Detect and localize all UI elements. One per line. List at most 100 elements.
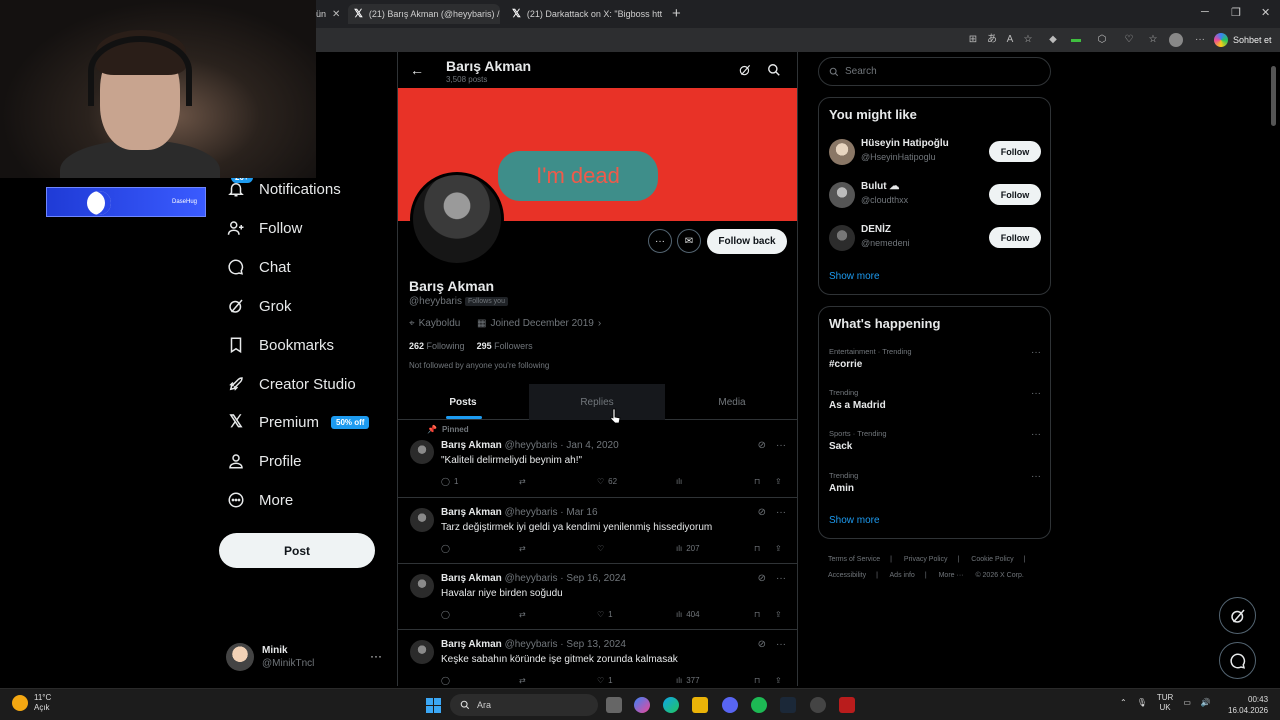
footer-link[interactable]: More ··· <box>939 572 964 579</box>
reply-button[interactable]: ◯ <box>441 676 454 685</box>
more-dots-icon[interactable]: ··· <box>1031 388 1041 399</box>
grok-icon[interactable]: ⊘ <box>758 440 766 451</box>
performance-icon[interactable]: ♡ <box>1122 33 1136 47</box>
message-envelope-icon[interactable]: ✉ <box>677 229 701 253</box>
edge-browser-icon[interactable] <box>663 697 679 713</box>
more-options-button[interactable]: ··· <box>648 229 672 253</box>
nav-follow[interactable]: Follow <box>227 213 302 243</box>
following-link[interactable]: 262 Following <box>409 341 465 351</box>
bookmark-button[interactable]: ⊓ <box>754 676 760 685</box>
taskbar-clock[interactable]: 00:43 16.04.2026 <box>1228 694 1268 716</box>
more-dots-icon[interactable]: ··· <box>776 639 786 650</box>
nav-notifications[interactable]: 20+ Notifications <box>227 172 341 204</box>
reply-button[interactable]: ◯ <box>441 610 454 619</box>
share-button[interactable]: ⇪ <box>775 676 782 685</box>
repost-button[interactable]: ⇄ <box>519 477 526 486</box>
like-button[interactable]: ♡ 1 <box>597 610 613 619</box>
profile-joined[interactable]: ▦ Joined December 2019 › <box>477 318 601 329</box>
browser-tab[interactable]: ün ✕ <box>316 4 344 24</box>
shield-app-icon[interactable] <box>839 697 855 713</box>
tab-replies[interactable]: Replies <box>529 384 665 420</box>
window-close-icon[interactable]: ✕ <box>1261 6 1270 19</box>
chat-floating-button[interactable] <box>1219 642 1256 679</box>
more-dots-icon[interactable]: ··· <box>776 573 786 584</box>
follow-back-button[interactable]: Follow back <box>707 229 787 254</box>
avatar[interactable] <box>410 440 434 464</box>
back-arrow-icon[interactable]: ← <box>410 62 424 78</box>
favorite-star-icon[interactable]: ☆ <box>1021 33 1035 47</box>
profile-avatar[interactable] <box>410 172 504 266</box>
post-author-handle[interactable]: @heyybaris <box>505 573 558 584</box>
language-indicator[interactable]: TUR UK <box>1157 693 1173 713</box>
post-author-handle[interactable]: @heyybaris <box>505 507 558 518</box>
share-button[interactable]: ⇪ <box>775 610 782 619</box>
taskbar-search[interactable]: Ara <box>450 694 598 716</box>
weather-widget[interactable]: 11°C Açık <box>12 693 51 713</box>
post-date[interactable]: · Sep 16, 2024 <box>560 573 626 584</box>
footer-link[interactable]: Privacy Policy <box>904 556 948 563</box>
scrollbar-thumb[interactable] <box>1271 66 1276 126</box>
repost-button[interactable]: ⇄ <box>519 610 526 619</box>
suggestion-item[interactable]: Hüseyin Hatipoğlu @HseyinHatipoglu Follo… <box>829 138 1041 168</box>
account-switcher[interactable]: Minik @MinikTncl ··· <box>226 641 386 673</box>
bookmark-button[interactable]: ⊓ <box>754 610 760 619</box>
post-item[interactable]: Barış Akman @heyybaris · Sep 16, 2024 ⊘ ·… <box>398 564 797 630</box>
copilot-app-icon[interactable] <box>634 697 650 713</box>
avatar[interactable] <box>410 508 434 532</box>
grok-icon[interactable]: ⊘ <box>758 573 766 584</box>
windows-start-icon[interactable] <box>426 698 441 713</box>
like-button[interactable]: ♡ 62 <box>597 477 617 486</box>
nav-more[interactable]: More <box>227 485 293 515</box>
extension-icon[interactable]: ◆ <box>1046 33 1060 47</box>
grok-floating-button[interactable] <box>1219 597 1256 634</box>
battery-extension-icon[interactable]: ▬ <box>1069 33 1083 47</box>
views-button[interactable]: ılı 207 <box>676 544 700 553</box>
more-dots-icon[interactable]: ··· <box>1031 429 1041 440</box>
repost-button[interactable]: ⇄ <box>519 676 526 685</box>
follow-button[interactable]: Follow <box>989 141 1041 162</box>
avatar[interactable] <box>829 182 855 208</box>
trend-item[interactable]: Sports · Trending Sack ··· <box>829 429 1041 461</box>
avatar[interactable] <box>410 574 434 598</box>
post-date[interactable]: · Sep 13, 2024 <box>560 639 626 650</box>
show-more-link[interactable]: Show more <box>829 271 880 282</box>
close-icon[interactable]: ✕ <box>332 9 340 20</box>
bookmark-button[interactable]: ⊓ <box>754 477 760 486</box>
nav-premium[interactable]: 𝕏 Premium 50% off <box>227 407 370 437</box>
task-view-icon[interactable] <box>606 697 622 713</box>
nav-bookmarks[interactable]: Bookmarks <box>227 330 334 360</box>
footer-link[interactable]: Cookie Policy <box>971 556 1013 563</box>
read-aloud-icon[interactable]: A <box>1003 33 1017 47</box>
more-dots-icon[interactable]: ··· <box>1193 33 1207 47</box>
tab-media[interactable]: Media <box>666 384 797 420</box>
nav-grok[interactable]: Grok <box>227 291 292 321</box>
profile-avatar-icon[interactable] <box>1169 33 1183 47</box>
footer-link[interactable]: Ads info <box>890 572 915 579</box>
new-tab-plus-icon[interactable]: + <box>672 5 681 22</box>
page-scrollbar[interactable] <box>1270 52 1278 686</box>
post-author-name[interactable]: Barış Akman <box>441 440 502 451</box>
app-icon[interactable] <box>810 697 826 713</box>
post-date[interactable]: · Mar 16 <box>560 507 597 518</box>
post-date[interactable]: · Jan 4, 2020 <box>560 440 618 451</box>
share-button[interactable]: ⇪ <box>775 544 782 553</box>
more-dots-icon[interactable]: ··· <box>1031 347 1041 358</box>
file-explorer-icon[interactable] <box>692 697 708 713</box>
apps-icon[interactable]: ⊞ <box>966 33 980 47</box>
post-item[interactable]: Barış Akman @heyybaris · Jan 4, 2020 ⊘ ··… <box>398 422 797 498</box>
post-author-name[interactable]: Barış Akman <box>441 573 502 584</box>
volume-icon[interactable]: 🔊 <box>1201 698 1211 708</box>
suggestion-name[interactable]: Bulut ☁ <box>861 181 899 192</box>
suggestion-item[interactable]: DENİZ @nemedeni Follow <box>829 224 1041 254</box>
post-author-handle[interactable]: @heyybaris <box>505 639 558 650</box>
reply-button[interactable]: ◯ <box>441 544 454 553</box>
more-dots-icon[interactable]: ··· <box>1031 471 1041 482</box>
extensions-puzzle-icon[interactable]: ⬡ <box>1095 33 1109 47</box>
post-author-handle[interactable]: @heyybaris <box>505 440 558 451</box>
avatar[interactable] <box>829 139 855 165</box>
avatar[interactable] <box>410 640 434 664</box>
post-button[interactable]: Post <box>219 533 375 568</box>
search-input[interactable]: Search <box>818 57 1051 86</box>
copilot-chat-button[interactable]: Sohbet et <box>1214 30 1272 50</box>
follow-button[interactable]: Follow <box>989 227 1041 248</box>
